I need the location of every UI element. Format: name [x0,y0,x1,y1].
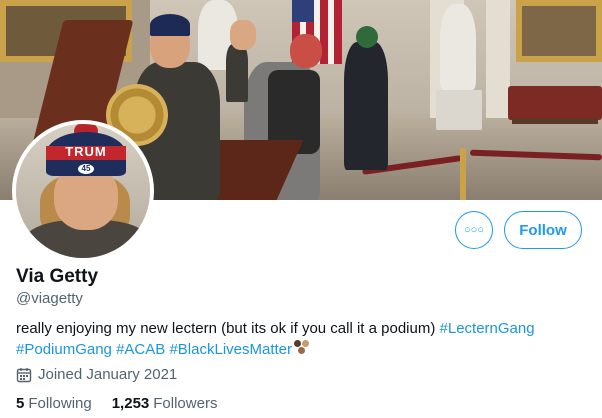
painting [516,0,602,62]
hashtag-link[interactable]: #ACAB [116,341,165,358]
following-link[interactable]: 5 Following [16,395,92,412]
statue [440,4,476,90]
more-options-icon: ○○○ [464,223,484,236]
hat-text: TRUM [65,144,107,159]
stanchion [460,148,466,200]
calendar-icon [16,367,32,382]
avatar[interactable]: TRUM 45 [12,120,154,262]
bio-text: really enjoying my new lectern (but its … [16,320,440,337]
follow-stats: 5 Following 1,253 Followers [16,395,237,412]
followers-count: 1,253 [111,395,150,412]
bench [508,86,602,120]
handle: @viagetty [16,290,83,307]
hand-emoji-icon [294,340,312,356]
hashtag-link[interactable]: #LecternGang [440,320,535,337]
joined-date: Joined January 2021 [16,366,177,383]
following-count: 5 [16,395,25,412]
follow-button[interactable]: Follow [504,211,582,249]
following-label: Following [28,395,92,412]
display-name: Via Getty [16,266,99,287]
bio: really enjoying my new lectern (but its … [16,318,576,360]
followers-link[interactable]: 1,253 Followers [112,395,218,412]
followers-label: Followers [153,395,218,412]
hashtag-link[interactable]: #BlackLivesMatter [169,341,292,358]
person [344,42,388,170]
joined-text: Joined January 2021 [38,366,178,383]
profile-header: TRUM 45 ○○○ Follow Via Getty @viagetty r… [0,0,602,418]
hashtag-link[interactable]: #PodiumGang [16,341,112,358]
more-options-button[interactable]: ○○○ [455,211,493,249]
hat-badge: 45 [76,162,96,176]
